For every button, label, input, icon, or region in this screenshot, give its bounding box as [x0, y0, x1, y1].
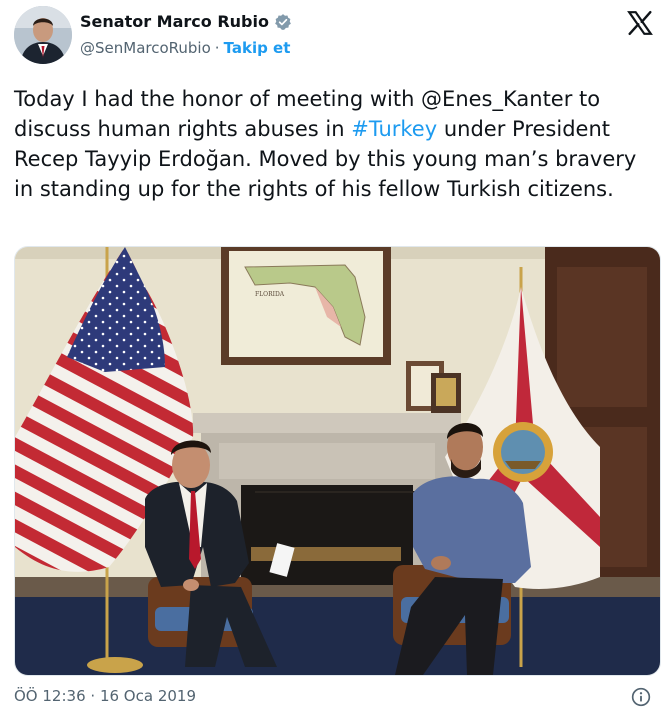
handle-row: @SenMarcoRubio · Takip et — [80, 39, 290, 57]
tweet-footer: ÖÖ 12:36 · 16 Oca 2019 — [14, 687, 653, 707]
tweet-photo[interactable]: FLORIDA — [14, 246, 661, 676]
tweet-time[interactable]: ÖÖ 12:36 — [14, 687, 86, 705]
footer-separator: · — [90, 687, 96, 705]
hashtag-link[interactable]: #Turkey — [351, 117, 437, 141]
follow-button[interactable]: Takip et — [224, 39, 291, 57]
tweet-header: Senator Marco Rubio @SenMarcoRubio · Tak… — [14, 6, 653, 66]
tweet-date[interactable]: 16 Oca 2019 — [100, 687, 196, 705]
display-name[interactable]: Senator Marco Rubio — [80, 12, 269, 31]
x-logo-icon[interactable] — [627, 10, 653, 36]
verified-badge-icon — [274, 13, 292, 31]
avatar[interactable] — [14, 6, 72, 64]
handle-separator: · — [214, 39, 220, 57]
handle[interactable]: @SenMarcoRubio — [80, 39, 211, 57]
tweet-text: Today I had the honor of meeting with @E… — [14, 84, 659, 204]
map-label: FLORIDA — [255, 291, 285, 298]
name-row: Senator Marco Rubio — [80, 12, 292, 31]
info-icon[interactable] — [631, 687, 651, 707]
